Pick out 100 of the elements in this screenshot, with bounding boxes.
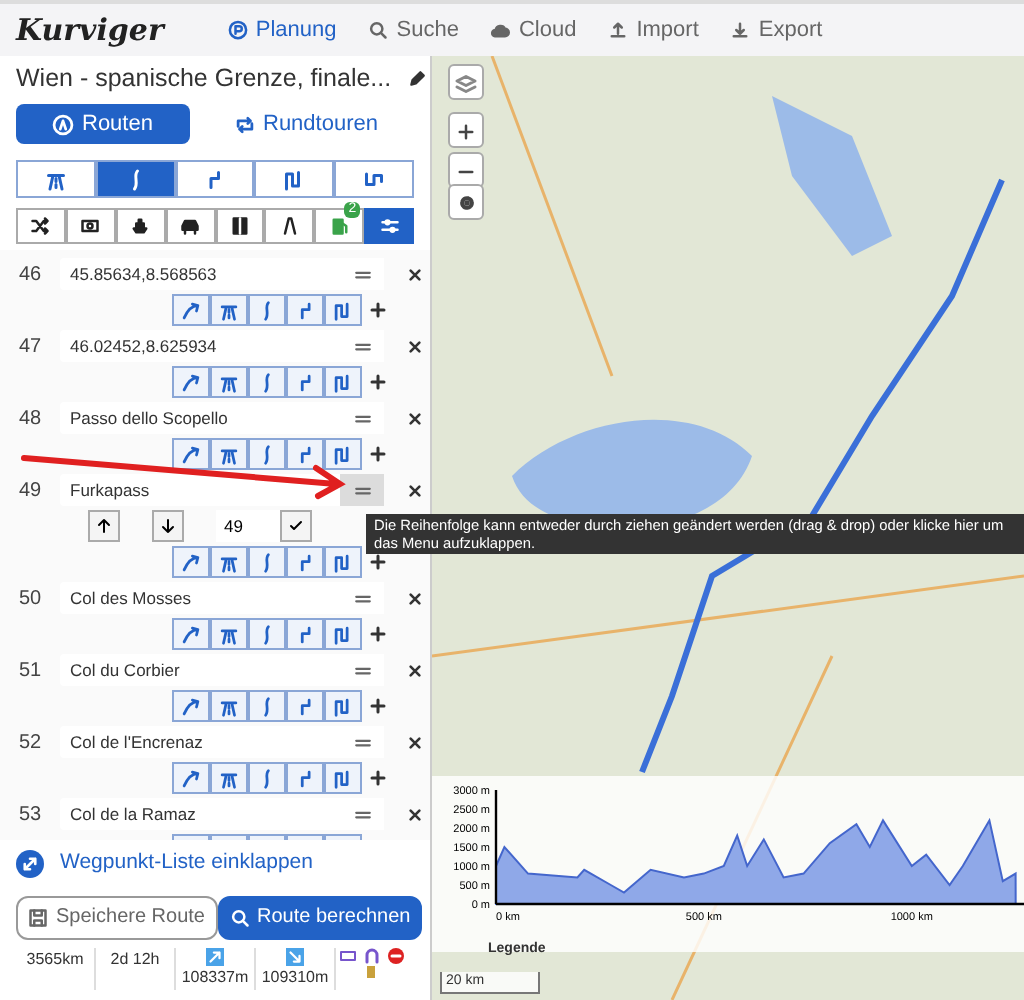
profile-button[interactable] bbox=[334, 160, 414, 198]
nav-link[interactable]: Cloud bbox=[490, 13, 577, 47]
segment-button[interactable] bbox=[172, 546, 210, 578]
segment-button[interactable] bbox=[286, 690, 324, 722]
close-icon bbox=[408, 591, 422, 605]
segment-button[interactable] bbox=[172, 438, 210, 470]
shuffle-icon bbox=[30, 216, 51, 236]
segment-button[interactable] bbox=[248, 294, 286, 326]
waypoint-number: 53 bbox=[16, 801, 44, 829]
segment-button[interactable] bbox=[210, 438, 248, 470]
option-button[interactable] bbox=[65, 208, 116, 244]
ascent-icon bbox=[206, 947, 224, 966]
save-route-button[interactable]: Speichere Route bbox=[16, 895, 217, 940]
segment-button[interactable] bbox=[324, 366, 362, 398]
segment-button[interactable] bbox=[248, 690, 286, 722]
option-button[interactable] bbox=[16, 208, 66, 244]
segment-button[interactable] bbox=[324, 762, 362, 794]
option-button[interactable] bbox=[264, 208, 315, 244]
check-icon bbox=[288, 518, 304, 534]
segment-button[interactable] bbox=[286, 546, 324, 578]
move-down-button[interactable] bbox=[152, 510, 184, 542]
app-logo: Kurviger bbox=[16, 9, 164, 52]
segment-button[interactable] bbox=[210, 366, 248, 398]
profile-button[interactable] bbox=[16, 160, 96, 198]
segment-button[interactable] bbox=[210, 762, 248, 794]
segment-button[interactable] bbox=[286, 762, 324, 794]
segment-button[interactable] bbox=[324, 294, 362, 326]
calculate-route-button[interactable]: Route berechnen bbox=[217, 895, 423, 940]
duration: 2d 12h bbox=[110, 947, 160, 972]
segment-button[interactable] bbox=[172, 762, 210, 794]
zoom-out-button[interactable] bbox=[448, 152, 484, 188]
waypoint-number: 47 bbox=[16, 333, 44, 361]
waypoint-number: 51 bbox=[16, 657, 44, 685]
arrow-up-icon bbox=[96, 518, 112, 534]
nav-link[interactable]: Import bbox=[608, 13, 699, 47]
settings-icon bbox=[455, 192, 477, 215]
mode-tab[interactable]: Routen bbox=[16, 104, 189, 144]
segment-button[interactable] bbox=[172, 618, 210, 650]
close-icon bbox=[408, 339, 422, 353]
tunnel-icon bbox=[229, 216, 250, 236]
close-icon bbox=[408, 411, 422, 425]
segment-button[interactable] bbox=[286, 366, 324, 398]
descent-icon bbox=[286, 947, 304, 966]
winding-road-icon bbox=[332, 299, 354, 321]
layers-button[interactable] bbox=[448, 64, 484, 100]
profile-button[interactable] bbox=[95, 160, 176, 198]
mode-tab[interactable]: Rundtouren bbox=[197, 104, 415, 144]
nav-link[interactable]: Suche bbox=[368, 13, 459, 47]
segment-button[interactable] bbox=[286, 438, 324, 470]
zoom-in-button[interactable] bbox=[448, 112, 484, 148]
swoosh-arrow-icon bbox=[180, 695, 202, 717]
confirm-button[interactable] bbox=[280, 510, 312, 542]
move-up-button[interactable] bbox=[88, 510, 120, 542]
segment-button[interactable] bbox=[172, 690, 210, 722]
option-button[interactable] bbox=[165, 208, 215, 244]
plus-icon bbox=[370, 698, 386, 714]
segment-button[interactable] bbox=[248, 438, 286, 470]
segment-button[interactable] bbox=[248, 762, 286, 794]
settings-button[interactable] bbox=[448, 184, 484, 220]
distance: 3565km bbox=[26, 947, 84, 972]
plus-icon bbox=[370, 374, 386, 390]
segment-button[interactable] bbox=[324, 690, 362, 722]
collapse-link[interactable]: Wegpunkt-Liste einklappen bbox=[60, 848, 313, 880]
segment-button[interactable] bbox=[324, 618, 362, 650]
position-field[interactable]: 49 bbox=[216, 510, 280, 542]
cloud-icon bbox=[490, 20, 511, 40]
segment-button[interactable] bbox=[286, 294, 324, 326]
profile-button[interactable] bbox=[175, 160, 255, 198]
option-button[interactable] bbox=[115, 208, 166, 244]
segment-button[interactable] bbox=[210, 690, 248, 722]
car-icon bbox=[180, 216, 201, 236]
nav-link[interactable]: Export bbox=[730, 13, 823, 47]
waypoint-number: 52 bbox=[16, 729, 44, 757]
profile-button[interactable] bbox=[254, 160, 335, 198]
segment-button[interactable] bbox=[324, 438, 362, 470]
route-title: Wien - spanische Grenze, finale... bbox=[16, 61, 392, 96]
segment-button[interactable] bbox=[210, 546, 248, 578]
tunnel-icon bbox=[364, 947, 380, 964]
segment-button[interactable] bbox=[172, 294, 210, 326]
winding-road-icon bbox=[332, 695, 354, 717]
segment-button[interactable] bbox=[210, 618, 248, 650]
collapse-icon bbox=[16, 849, 44, 878]
option-button[interactable] bbox=[215, 208, 265, 244]
descent: 109310m bbox=[261, 965, 329, 990]
waypoint-number: 49 bbox=[16, 477, 44, 505]
segment-button[interactable] bbox=[324, 546, 362, 578]
y-axis bbox=[494, 790, 498, 904]
segment-button[interactable] bbox=[248, 366, 286, 398]
plus-icon bbox=[370, 302, 386, 318]
segment-button[interactable] bbox=[248, 618, 286, 650]
segment-button[interactable] bbox=[210, 294, 248, 326]
segment-button[interactable] bbox=[248, 546, 286, 578]
segment-button[interactable] bbox=[286, 618, 324, 650]
swoosh-arrow-icon bbox=[180, 623, 202, 645]
segment-button[interactable] bbox=[172, 366, 210, 398]
drag-handle[interactable] bbox=[340, 474, 384, 506]
upload-icon bbox=[608, 20, 629, 40]
floppy-icon bbox=[28, 907, 48, 928]
nav-link[interactable]: Planung bbox=[227, 13, 337, 47]
search-icon bbox=[368, 20, 389, 40]
